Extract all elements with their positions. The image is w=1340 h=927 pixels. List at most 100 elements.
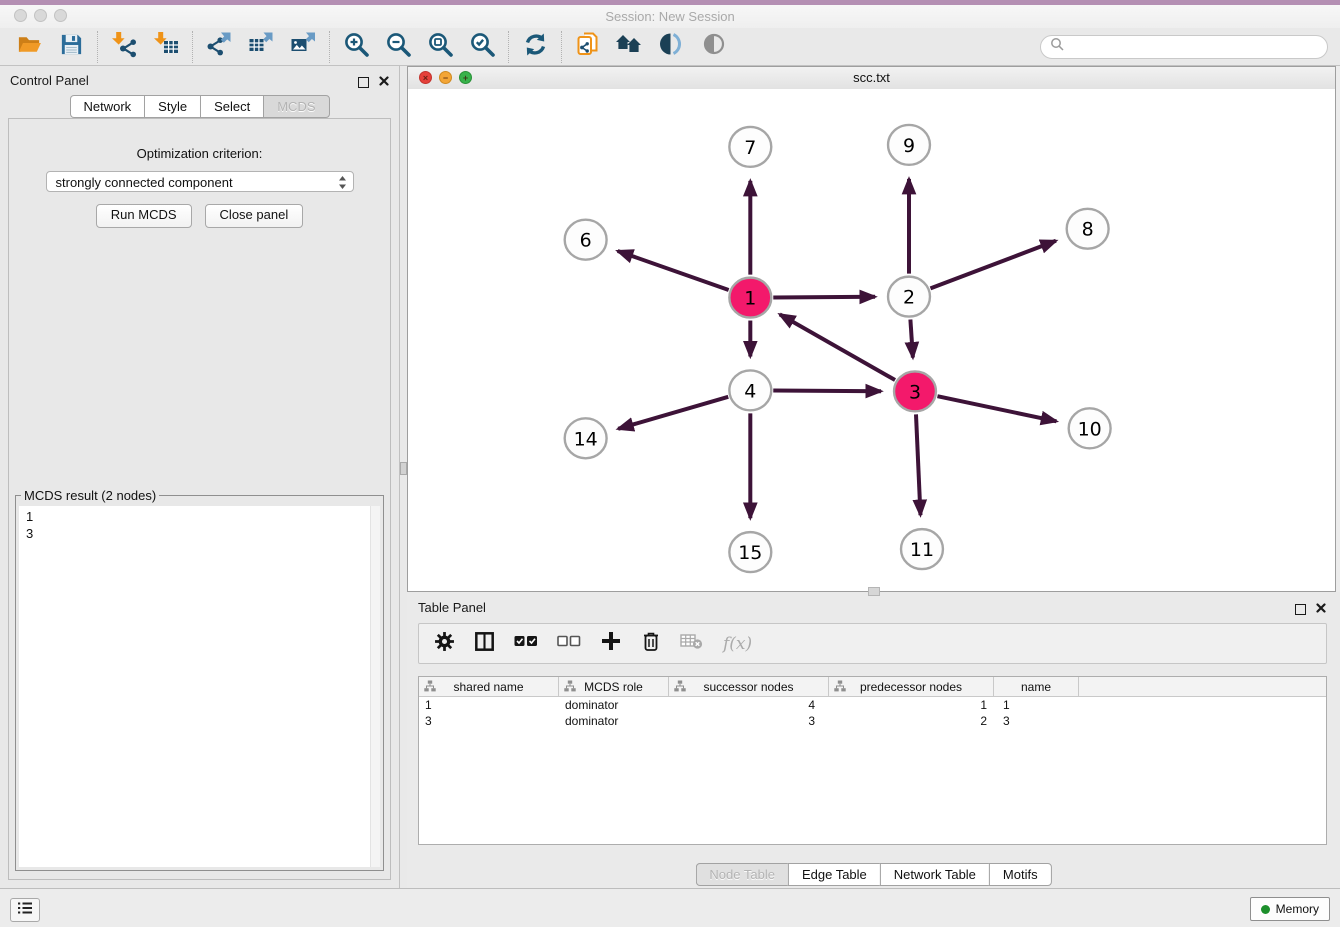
column-header-shared-name[interactable]: shared name [419,677,559,696]
cell-successor-nodes[interactable]: 4 [669,698,829,712]
float-panel-icon[interactable] [1295,604,1306,615]
column-header-mcds-role[interactable]: MCDS role [559,677,669,696]
mcds-result-text[interactable]: 1 3 [19,506,380,867]
edge-2-3[interactable] [910,320,912,358]
refresh-icon [522,31,549,63]
cell-name[interactable]: 3 [994,714,1079,728]
column-header-predecessor-nodes[interactable]: predecessor nodes [829,677,994,696]
mcds-panel-body: Optimization criterion: strongly connect… [8,118,391,880]
close-panel-icon[interactable] [379,73,389,91]
first-neighbors-button[interactable] [609,30,651,64]
import-table-button[interactable] [145,30,187,64]
task-history-button[interactable] [10,898,40,922]
float-panel-icon[interactable] [358,77,369,88]
search-input[interactable] [1064,38,1327,55]
cell-predecessor-nodes[interactable]: 2 [829,714,994,728]
apply-style-button[interactable] [651,30,693,64]
zoom-selected-icon [469,31,496,63]
app-titlebar: Session: New Session [0,5,1340,28]
node-table: shared name MCDS role successor nodes pr… [418,676,1327,845]
table-panel: Table Panel f(x) shared name MCDS role s… [407,592,1340,888]
edge-1-2[interactable] [773,297,875,298]
unselect-all-icon[interactable] [557,634,581,653]
show-hide-button[interactable] [693,30,735,64]
vertical-splitter[interactable] [400,66,407,888]
save-session-button[interactable] [50,30,92,64]
cell-name[interactable]: 1 [994,698,1079,712]
tab-mcds[interactable]: MCDS [263,95,329,118]
optimization-criterion-label: Optimization criterion: [9,146,390,161]
import-network-icon [110,30,138,63]
edge-4-14[interactable] [618,397,728,429]
toolbar-separator [97,31,98,63]
cell-shared-name[interactable]: 3 [419,714,559,728]
result-scrollbar[interactable] [370,506,380,867]
cell-predecessor-nodes[interactable]: 1 [829,698,994,712]
table-row[interactable]: 1 dominator 4 1 1 [419,697,1326,713]
close-panel-button[interactable]: Close panel [205,204,304,228]
splitter-handle[interactable] [400,462,407,475]
paint-style-icon [658,30,686,63]
graph-node-label-15: 15 [738,542,762,564]
network-canvas[interactable]: 7968124314101511 [408,89,1335,591]
optimization-criterion-select[interactable]: strongly connected component [46,171,354,192]
column-header-name[interactable]: name [994,677,1079,696]
cell-shared-name[interactable]: 1 [419,698,559,712]
edge-3-11[interactable] [916,414,920,515]
tab-network-table[interactable]: Network Table [880,863,989,886]
zoom-fit-button[interactable] [419,30,461,64]
import-network-button[interactable] [103,30,145,64]
graph-node-label-4: 4 [744,380,756,402]
add-row-icon[interactable] [600,630,622,657]
open-session-button[interactable] [8,30,50,64]
edge-4-3[interactable] [773,390,881,391]
list-icon [17,901,33,920]
edge-3-10[interactable] [937,396,1056,421]
close-panel-icon[interactable] [1316,600,1326,618]
select-all-icon[interactable] [514,634,538,653]
mcds-result-line: 1 [26,508,380,525]
tab-node-table[interactable]: Node Table [695,863,788,886]
graph-node-label-2: 2 [903,287,915,309]
table-panel-tabs: Node Table Edge Table Network Table Moti… [695,863,1051,886]
graph-node-label-6: 6 [580,230,592,252]
gear-icon[interactable] [434,631,455,657]
graph-node-label-10: 10 [1078,418,1102,440]
network-window-title: scc.txt [408,70,1335,85]
function-builder-icon: f(x) [723,634,752,654]
horizontal-splitter-handle[interactable] [868,587,880,596]
tab-edge-table[interactable]: Edge Table [788,863,880,886]
trash-icon[interactable] [641,630,661,657]
edge-1-6[interactable] [618,251,729,290]
network-window-titlebar[interactable]: scc.txt [408,67,1335,90]
columns-icon[interactable] [474,631,495,657]
export-image-button[interactable] [282,30,324,64]
memory-button[interactable]: Memory [1250,897,1330,921]
zoom-out-icon [385,31,412,63]
table-toolbar: f(x) [418,623,1327,664]
tab-style[interactable]: Style [144,95,200,118]
column-header-successor-nodes[interactable]: successor nodes [669,677,829,696]
import-table-icon [152,30,180,63]
apply-layout-button[interactable] [514,30,556,64]
cell-mcds-role[interactable]: dominator [559,714,669,728]
app-title: Session: New Session [0,9,1340,24]
table-row[interactable]: 3 dominator 3 2 3 [419,713,1326,729]
cell-mcds-role[interactable]: dominator [559,698,669,712]
export-network-button[interactable] [198,30,240,64]
zoom-out-button[interactable] [377,30,419,64]
edge-3-1[interactable] [780,314,895,380]
zoom-in-button[interactable] [335,30,377,64]
export-table-button[interactable] [240,30,282,64]
edge-2-8[interactable] [930,241,1055,289]
run-mcds-button[interactable]: Run MCDS [96,204,192,228]
tab-select[interactable]: Select [200,95,263,118]
tab-motifs[interactable]: Motifs [989,863,1052,886]
tab-network[interactable]: Network [69,95,144,118]
table-panel-title: Table Panel [418,600,486,615]
search-box[interactable] [1040,35,1328,59]
memory-label: Memory [1276,902,1319,916]
cell-successor-nodes[interactable]: 3 [669,714,829,728]
zoom-selected-button[interactable] [461,30,503,64]
clone-network-button[interactable] [567,30,609,64]
